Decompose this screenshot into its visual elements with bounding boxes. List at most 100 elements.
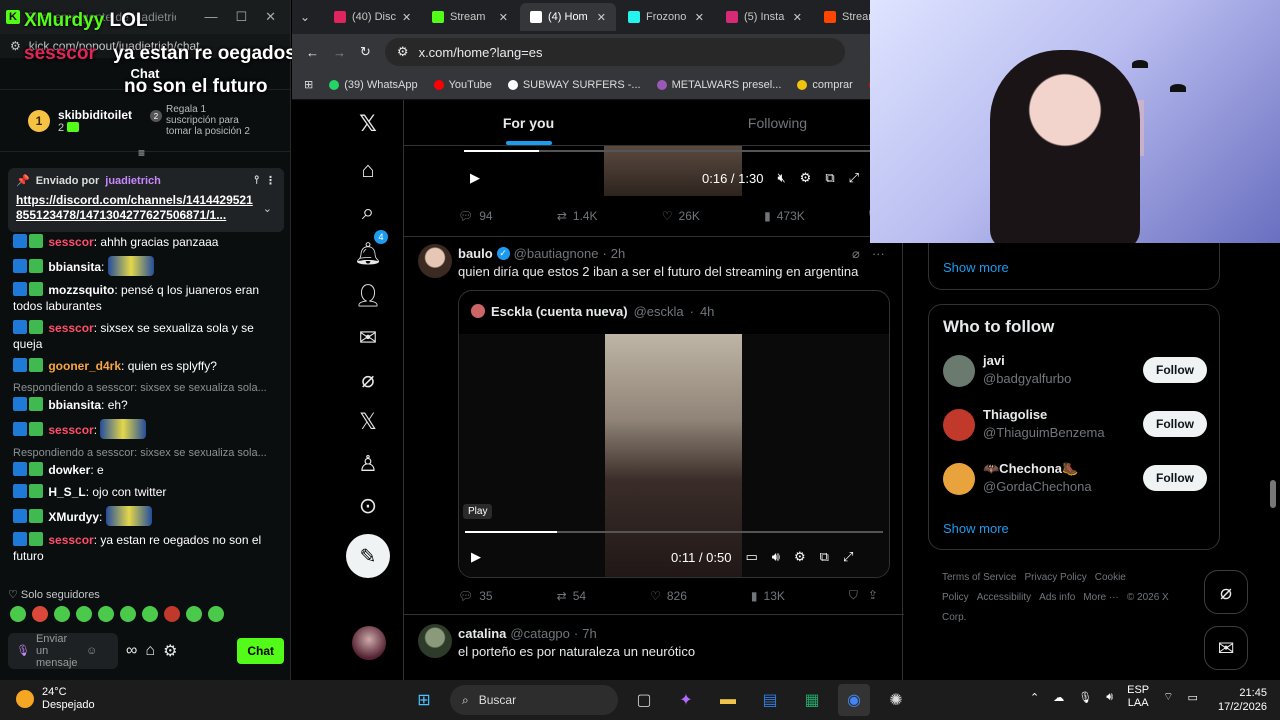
emote[interactable] [98, 606, 114, 622]
close-tab-icon[interactable]: ✕ [597, 11, 606, 24]
quoted-tweet[interactable]: Esckla (cuenta nueva) @esckla · 4h Play … [458, 290, 890, 578]
close-tab-icon[interactable]: ✕ [402, 11, 411, 24]
chat-username[interactable]: sesscor [48, 533, 93, 547]
emote[interactable] [186, 606, 202, 622]
bookmark[interactable]: YouTube [433, 79, 492, 91]
suggestion-avatar[interactable] [943, 463, 975, 495]
show-more-link[interactable]: Show more [943, 260, 1009, 275]
microphone-icon[interactable]: 🎙 [16, 645, 30, 657]
expand-chevron-icon[interactable]: ⌄ [263, 202, 272, 215]
tray-chevron-icon[interactable]: ⌃ [1030, 691, 1039, 704]
chat-username[interactable]: dowker [48, 463, 90, 477]
suggestion-avatar[interactable] [943, 409, 975, 441]
emote[interactable] [54, 606, 70, 622]
explore-icon[interactable]: ⌕ [340, 192, 396, 232]
repost-button[interactable]: ⇄ 1.4K [557, 208, 598, 223]
emote[interactable] [10, 606, 26, 622]
chat-input[interactable]: 🎙 Enviar un mensaje ☺ [8, 633, 118, 669]
footer-link[interactable]: Terms of Service [942, 572, 1016, 583]
bookmark-icon[interactable]: ⛉ ⇪ [849, 588, 878, 603]
chrome-icon[interactable]: ◉ [838, 684, 870, 716]
apps-icon[interactable]: ⊞ [304, 78, 313, 91]
mute-icon[interactable]: 🔇︎ [777, 170, 785, 186]
scrollbar[interactable] [1270, 480, 1276, 508]
forward-icon[interactable]: → [333, 45, 346, 60]
browser-tab[interactable]: (4) Hom ✕ [520, 3, 616, 31]
follow-suggestion[interactable]: javi @badgyalfurbo Follow [943, 353, 1207, 393]
chat-username[interactable]: bbiansita [48, 260, 101, 274]
store-icon[interactable]: ⌂ [145, 642, 155, 660]
suggestion-name[interactable]: 🦇Chechona🥾 [983, 461, 1078, 477]
emote[interactable] [208, 606, 224, 622]
pip-icon[interactable]: ⧉ [825, 170, 834, 186]
close-tab-icon[interactable]: ✕ [499, 11, 508, 24]
views-button[interactable]: ▮ 13K [751, 588, 785, 603]
browser-tab[interactable]: (5) Insta ✕ [716, 3, 812, 31]
emote[interactable] [32, 606, 48, 622]
grok-icon[interactable]: ⌀ [852, 246, 860, 262]
openai-icon[interactable]: ✺ [880, 684, 912, 716]
like-button[interactable]: ♡ 26K [662, 208, 700, 223]
browser-tab[interactable]: Stream ✕ [422, 3, 518, 31]
follow-button[interactable]: Follow [1143, 465, 1207, 491]
browser-tab[interactable]: Frozono ✕ [618, 3, 714, 31]
tweet-avatar[interactable] [418, 244, 452, 278]
reply-button[interactable]: 💬︎ 94 [458, 208, 493, 223]
follow-button[interactable]: Follow [1143, 357, 1207, 383]
kicks-icon[interactable]: ∞ [126, 642, 137, 660]
more-icon[interactable]: ⊙ [340, 486, 396, 526]
send-chat-button[interactable]: Chat [237, 638, 284, 664]
follow-icon[interactable]: 👤︎ [340, 276, 396, 316]
pip-icon[interactable]: ⧉ [820, 549, 829, 565]
suggestion-name[interactable]: Thiagolise [983, 407, 1047, 422]
file-explorer-icon[interactable]: ▬ [712, 684, 744, 716]
tweet-time[interactable]: 7h [582, 626, 596, 641]
tweet-author[interactable]: catalina [458, 626, 506, 641]
close-tab-icon[interactable]: ✕ [793, 11, 802, 24]
more-options-icon[interactable]: ··· [872, 246, 885, 262]
tweet-time[interactable]: 2h [611, 246, 625, 261]
footer-link[interactable]: Ads info [1039, 592, 1075, 603]
tab-for-you[interactable]: For you [404, 100, 653, 145]
suggestion-name[interactable]: javi [983, 353, 1005, 368]
emote[interactable] [164, 606, 180, 622]
volume-icon[interactable]: 🔊︎ [772, 549, 780, 565]
home-icon[interactable]: ⌂ [340, 150, 396, 190]
fullscreen-icon[interactable]: ⤢ [843, 549, 853, 565]
profile-icon[interactable]: ♙ [340, 444, 396, 484]
follow-suggestion[interactable]: 🦇Chechona🥾 @GordaChechona Follow [943, 461, 1207, 501]
tweet-handle[interactable]: @catagpo [510, 626, 569, 641]
quote-video[interactable]: Play ▶ 0:11 / 0:50 ▭ 🔊︎ ⚙ ⧉ ⤢ [459, 334, 889, 577]
play-icon[interactable]: ▶ [471, 549, 481, 565]
chat-username[interactable]: sesscor [48, 321, 93, 335]
volume-tray-icon[interactable]: 🔊︎ [1106, 691, 1113, 704]
reply-button[interactable]: 💬︎ 35 [458, 588, 493, 603]
taskbar-search[interactable]: ⌕ Buscar [450, 685, 618, 715]
pinned-link[interactable]: https://discord.com/channels/14144295218… [16, 193, 256, 223]
chat-username[interactable]: bbiansita [48, 398, 101, 412]
site-settings-icon[interactable]: ⚙ [10, 39, 21, 53]
tab-following[interactable]: Following [653, 100, 902, 145]
battery-icon[interactable]: ▭ [1187, 691, 1197, 704]
play-icon[interactable]: ▶ [470, 170, 480, 186]
video-progress[interactable] [465, 531, 883, 533]
captions-icon[interactable]: ▭ [745, 549, 757, 565]
footer-link[interactable]: Accessibility [977, 592, 1031, 603]
close-tab-icon[interactable]: ✕ [695, 11, 704, 24]
fullscreen-icon[interactable]: ⤢ [849, 170, 859, 186]
bookmark[interactable]: comprar [797, 79, 853, 91]
suggestion-avatar[interactable] [943, 355, 975, 387]
browser-tab[interactable]: (40) Disc ✕ [324, 3, 420, 31]
grok-fab-icon[interactable]: ⌀ [1204, 570, 1248, 614]
video-settings-icon[interactable]: ⚙ [794, 549, 806, 565]
chat-username[interactable]: gooner_d4rk [48, 359, 121, 373]
bookmark[interactable]: METALWARS presel... [656, 79, 781, 91]
emote[interactable] [76, 606, 92, 622]
chat-username[interactable]: XMurdyy [48, 510, 99, 524]
account-avatar[interactable] [352, 626, 386, 660]
footer-link[interactable]: Privacy Policy [1024, 572, 1086, 583]
onedrive-icon[interactable]: ☁ [1053, 691, 1064, 704]
mic-tray-icon[interactable]: 🎙︎ [1078, 691, 1092, 704]
tweet1-video[interactable]: ▶ 0:16 / 1:30 🔇︎ ⚙ ⧉ ⤢ [458, 146, 888, 196]
notifications-icon[interactable]: 🔔︎ 4 [340, 230, 396, 274]
